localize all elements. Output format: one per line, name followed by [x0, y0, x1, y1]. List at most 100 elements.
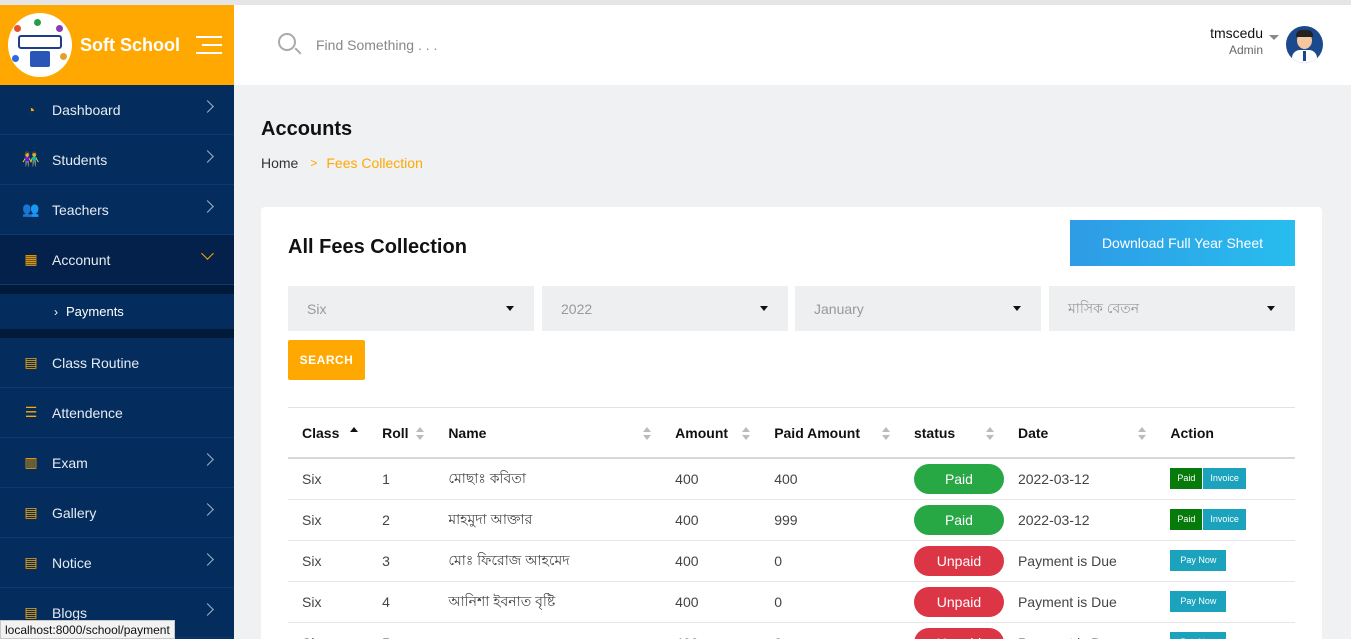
column-header-label: Class: [302, 424, 340, 441]
dropdown-arrow-icon: [1267, 306, 1275, 311]
sidebar-item-attendence[interactable]: ☰ Attendence: [0, 388, 234, 438]
sidebar-item-payments[interactable]: › Payments: [0, 294, 234, 329]
cell-date: 2022-03-12: [1003, 499, 1157, 541]
chevron-right-icon: >: [310, 156, 318, 170]
invoice-button[interactable]: Invoice: [1203, 468, 1246, 490]
search-icon[interactable]: [278, 33, 296, 51]
column-header-label: Roll: [382, 424, 409, 441]
sort-icon[interactable]: [742, 427, 751, 440]
pay-now-button[interactable]: Pay Now: [1170, 550, 1227, 571]
list-icon: ☰: [24, 404, 38, 420]
column-header-label: status: [913, 424, 956, 441]
status-badge: Paid: [913, 463, 1004, 494]
sort-icon[interactable]: [416, 427, 425, 440]
cell-action: Paid Invoice: [1156, 458, 1295, 500]
fee-type-select[interactable]: মাসিক বেতন: [1049, 286, 1295, 331]
sort-icon[interactable]: [643, 427, 652, 440]
sidebar-item-notice[interactable]: ▤ Notice: [0, 538, 234, 588]
paid-button[interactable]: Paid: [1170, 509, 1203, 530]
cell-status: Unpaid: [899, 581, 1004, 623]
column-header-status[interactable]: status: [899, 408, 1004, 459]
caret-down-icon[interactable]: [1269, 35, 1279, 40]
sort-icon[interactable]: [1138, 427, 1147, 440]
column-header-class[interactable]: Class: [288, 408, 369, 459]
paid-button[interactable]: Paid: [1170, 468, 1203, 490]
status-badge: Paid: [913, 504, 1004, 535]
status-bar-url: localhost:8000/school/payment: [0, 620, 175, 639]
breadcrumb-current: Fees Collection: [326, 155, 423, 171]
column-header-paid-amount[interactable]: Paid Amount: [760, 408, 900, 459]
user-role: Admin: [1228, 43, 1263, 57]
school-logo[interactable]: [8, 13, 72, 77]
year-select[interactable]: 2022: [542, 286, 788, 331]
brand-bar: Soft School: [0, 5, 234, 85]
sidebar-item-students[interactable]: 👫 Students: [0, 135, 234, 185]
column-header-date[interactable]: Date: [1003, 408, 1157, 459]
month-select[interactable]: January: [795, 286, 1041, 331]
cell-name: [434, 622, 662, 639]
pay-now-button[interactable]: Pay Now: [1170, 591, 1227, 612]
pay-now-button[interactable]: Pay Now: [1170, 632, 1227, 639]
month-select-value: January: [814, 300, 864, 317]
search-button[interactable]: SEARCH: [288, 340, 365, 380]
breadcrumb-home[interactable]: Home: [261, 155, 298, 171]
status-badge: Unpaid: [913, 586, 1004, 617]
menu-toggle-icon[interactable]: [196, 36, 222, 54]
fee-type-select-value: মাসিক বেতন: [1068, 299, 1140, 316]
sidebar-item-label: Attendence: [52, 404, 123, 421]
chevron-right-icon: [201, 100, 214, 113]
sidebar-item-acconunt[interactable]: ▦ Acconunt: [0, 235, 234, 285]
cell-roll: 1: [368, 458, 435, 500]
cell-action: Pay Now: [1156, 581, 1295, 623]
page-title: Accounts: [261, 118, 353, 140]
teachers-icon: 👥: [22, 201, 40, 217]
invoice-button[interactable]: Invoice: [1203, 509, 1246, 530]
fees-card: All Fees Collection Download Full Year S…: [261, 207, 1322, 639]
sidebar-item-label: Gallery: [52, 504, 97, 521]
cell-action: Pay Now: [1156, 540, 1295, 582]
sort-icon[interactable]: [350, 427, 359, 440]
sidebar-item-class-routine[interactable]: ▤ Class Routine: [0, 338, 234, 388]
year-select-value: 2022: [561, 300, 593, 317]
sort-icon[interactable]: [985, 427, 994, 440]
cell-name: মোঃ ফিরোজ আহমেদ: [434, 540, 662, 582]
avatar[interactable]: [1286, 26, 1323, 63]
chevron-right-icon: ›: [54, 304, 58, 319]
dropdown-arrow-icon: [1013, 306, 1021, 311]
chevron-right-icon: [201, 553, 214, 566]
cell-status: Unpaid: [899, 622, 1004, 639]
user-menu[interactable]: tmscedu Admin: [1210, 25, 1263, 57]
sidebar-item-label: Class Routine: [52, 354, 140, 371]
sort-icon[interactable]: [881, 427, 890, 440]
cell-amount: 400: [661, 540, 761, 582]
cell-paid-amount: 0: [760, 581, 900, 623]
download-year-sheet-button[interactable]: Download Full Year Sheet: [1070, 220, 1295, 266]
sidebar-item-teachers[interactable]: 👥 Teachers: [0, 185, 234, 235]
cell-paid-amount: 400: [760, 458, 900, 500]
cell-roll: 4: [368, 581, 435, 623]
sidebar-item-label: Dashboard: [52, 101, 121, 118]
cell-paid-amount: 0: [760, 540, 900, 582]
cell-date: 2022-03-12: [1003, 458, 1157, 500]
chevron-right-icon: [201, 503, 214, 516]
column-header-label: Name: [448, 424, 487, 441]
sidebar-item-dashboard[interactable]: ◔ Dashboard: [0, 85, 234, 135]
column-header-label: Paid Amount: [774, 424, 860, 441]
cell-roll: 2: [368, 499, 435, 541]
search-input[interactable]: [316, 33, 716, 57]
column-header-action[interactable]: Action: [1156, 408, 1295, 459]
sidebar-item-exam[interactable]: ▥ Exam: [0, 438, 234, 488]
cell-amount: 400: [661, 581, 761, 623]
document-icon: ▤: [24, 554, 38, 570]
column-header-amount[interactable]: Amount: [661, 408, 761, 459]
calendar-icon: ▤: [24, 354, 38, 370]
sidebar-item-gallery[interactable]: ▤ Gallery: [0, 488, 234, 538]
column-header-name[interactable]: Name: [434, 408, 662, 459]
column-header-label: Date: [1017, 424, 1049, 441]
cell-class: Six: [288, 581, 369, 623]
cell-roll: 5: [368, 622, 435, 639]
column-header-label: Action: [1170, 424, 1214, 441]
class-select[interactable]: Six: [288, 286, 534, 331]
column-header-roll[interactable]: Roll: [368, 408, 435, 459]
sidebar-subitem-label: Payments: [66, 304, 124, 319]
